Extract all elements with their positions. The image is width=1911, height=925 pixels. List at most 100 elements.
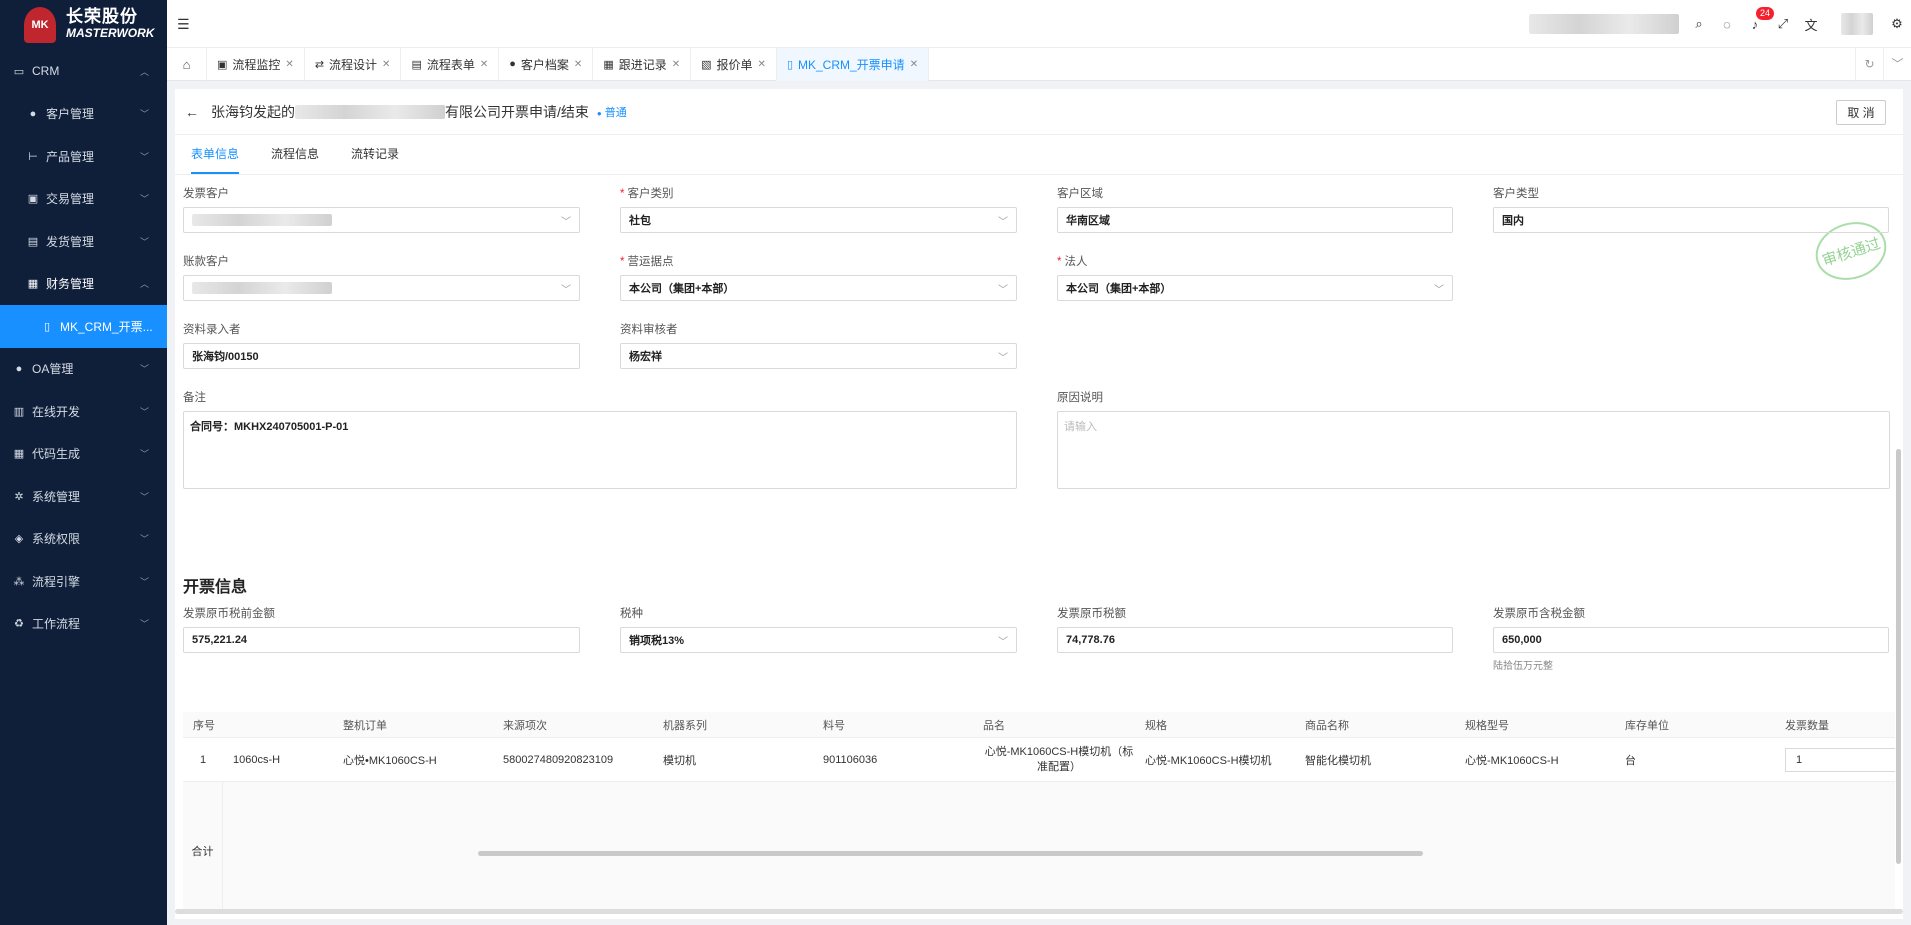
gear-icon: ✲ <box>14 490 24 503</box>
table-horizontal-scrollbar[interactable] <box>478 851 1423 856</box>
home-icon[interactable]: ⌂ <box>167 47 207 81</box>
total-amount-input[interactable]: 650,000 <box>1493 627 1889 653</box>
bell-icon[interactable]: ♪ 24 <box>1741 6 1775 32</box>
tab-flow-design[interactable]: ⇄ 流程设计 ✕ <box>305 47 402 81</box>
menu-toggle-icon[interactable]: ☰ <box>177 16 190 33</box>
sidebar: MK 长荣股份 MASTERWORK ▭ CRM ︿ ● 客户管理 ﹀ ⊢ 产品管理 ﹀ ▣… <box>0 0 167 925</box>
sidebar-item-mk-crm-invoice[interactable]: ▯ MK_CRM_开票... <box>0 305 167 348</box>
avatar[interactable] <box>1841 13 1873 35</box>
close-icon[interactable]: ✕ <box>574 59 582 70</box>
topbar: ☰ ⌕ ◌ ♪ 24 ⤢ 文 ⚙ <box>167 0 1911 48</box>
settings-icon[interactable]: ⚙ <box>1883 16 1911 32</box>
company-name-blurred <box>295 104 445 119</box>
customer-category-select[interactable]: 社包 ﹀ <box>620 207 1017 233</box>
chevron-down-icon: ﹀ <box>998 636 1008 648</box>
field-data-reviewer: 资料审核者 杨宏祥 ﹀ <box>620 321 1017 369</box>
table-header: 序号 整机订单 来源项次 机器系列 料号 品名 规格 商品名称 规格型号 库存单… <box>183 712 1895 738</box>
account-customer-select[interactable]: ﹀ <box>183 275 580 301</box>
search-icon[interactable]: ⌕ <box>1685 16 1713 32</box>
field-remark: 备注 合同号：MKHX240705001-P-01 <box>183 389 1017 489</box>
chevron-up-icon: ︿ <box>139 66 149 77</box>
tab-flow-monitor[interactable]: ▣ 流程监控 ✕ <box>207 47 305 81</box>
close-icon[interactable]: ✕ <box>758 59 766 70</box>
tab-bar: ⌂ ▣ 流程监控 ✕ ⇄ 流程设计 ✕ ▤ 流程表单 ✕ ● 客户档案 ✕ ▦ 跟进记录 ✕ ▧ 报价… <box>167 47 1911 81</box>
chevron-down-icon: ﹀ <box>139 449 149 460</box>
product-icon: ⊢ <box>28 150 38 163</box>
data-entry-input[interactable]: 张海钧/00150 <box>183 343 580 369</box>
total-amount-in-words: 陆拾伍万元整 <box>1493 661 1553 672</box>
chevron-down-icon[interactable]: ﹀ <box>1883 48 1911 81</box>
fullscreen-icon[interactable]: ⤢ <box>1769 16 1797 32</box>
subtab-form-info[interactable]: 表单信息 <box>191 135 240 174</box>
chevron-down-icon: ﹀ <box>139 619 149 630</box>
sidebar-item-system[interactable]: ✲ 系统管理 ﹀ <box>0 475 167 518</box>
business-point-select[interactable]: 本公司（集团+本部） ﹀ <box>620 275 1017 301</box>
invoice-customer-select[interactable]: ﹀ <box>183 207 580 233</box>
tab-follow-record[interactable]: ▦ 跟进记录 ✕ <box>593 47 692 81</box>
chevron-down-icon: ﹀ <box>1434 284 1444 296</box>
chevron-down-icon: ﹀ <box>561 216 571 228</box>
sidebar-item-online-dev[interactable]: ▥ 在线开发 ﹀ <box>0 390 167 433</box>
close-icon[interactable]: ✕ <box>672 59 680 70</box>
workflow-icon: ♻ <box>14 618 24 631</box>
doc-icon: ▯ <box>43 320 51 333</box>
close-icon[interactable]: ✕ <box>382 59 390 70</box>
sidebar-item-flow-engine[interactable]: ⁂ 流程引擎 ﹀ <box>0 560 167 603</box>
table-row: 1 1060cs-H 心悦•MK1060CS-H 580027480920823… <box>183 738 1895 782</box>
sidebar-item-workflow[interactable]: ♻ 工作流程 ﹀ <box>0 603 167 646</box>
message-icon[interactable]: ◌ <box>1713 17 1741 32</box>
sidebar-item-crm[interactable]: ▭ CRM ︿ <box>0 50 167 93</box>
close-icon[interactable]: ✕ <box>910 59 918 70</box>
remark-textarea[interactable]: 合同号：MKHX240705001-P-01 <box>183 411 1017 489</box>
legal-person-select[interactable]: 本公司（集团+本部） ﹀ <box>1057 275 1453 301</box>
sidebar-item-shipping[interactable]: ▤ 发货管理 ﹀ <box>0 220 167 263</box>
cancel-button[interactable]: 取 消 <box>1836 100 1886 125</box>
sidebar-item-product[interactable]: ⊢ 产品管理 ﹀ <box>0 135 167 178</box>
pre-tax-amount-input[interactable]: 575,221.24 <box>183 627 580 653</box>
field-tax-type: 税种 销项税13% ﹀ <box>620 605 1017 653</box>
refresh-icon[interactable]: ↻ <box>1855 48 1883 81</box>
reason-textarea[interactable]: 请输入 <box>1057 411 1890 489</box>
doc-icon: ▯ <box>786 58 793 71</box>
tax-amount-input[interactable]: 74,778.76 <box>1057 627 1453 653</box>
chevron-up-icon: ︿ <box>139 279 149 290</box>
customer-type-input[interactable]: 国内 <box>1493 207 1889 233</box>
brand-name-cn: 长荣股份 <box>66 7 138 26</box>
invoice-quantity-input[interactable]: 1 <box>1785 747 1895 772</box>
tax-type-select[interactable]: 销项税13% ﹀ <box>620 627 1017 653</box>
chevron-down-icon: ﹀ <box>139 406 149 417</box>
field-business-point: 营运据点 本公司（集团+本部）﹀ <box>620 253 1017 301</box>
laptop-icon: ▭ <box>13 65 25 78</box>
monitor-icon: ▣ <box>217 58 228 71</box>
close-icon[interactable]: ✕ <box>285 59 293 70</box>
sidebar-item-trade[interactable]: ▣ 交易管理 ﹀ <box>0 178 167 221</box>
field-customer-type: 客户类型 国内 <box>1493 185 1889 233</box>
table-footer: 合计 <box>183 782 1895 912</box>
field-legal-person: 法人 本公司（集团+本部）﹀ <box>1057 253 1453 301</box>
brand-name-en: MASTERWORK <box>66 26 155 40</box>
vertical-scrollbar[interactable] <box>1896 449 1901 864</box>
subtab-transfer-record[interactable]: 流转记录 <box>351 135 399 174</box>
sidebar-item-oa[interactable]: ● OA管理 ﹀ <box>0 348 167 391</box>
tab-flow-form[interactable]: ▤ 流程表单 ✕ <box>401 47 500 81</box>
sidebar-item-permission[interactable]: ◈ 系统权限 ﹀ <box>0 518 167 561</box>
tab-mk-crm-invoice[interactable]: ▯ MK_CRM_开票申请 ✕ <box>776 47 930 81</box>
main-content: ← 张海钧发起的 有限公司开票申请/结束 普通 取 消 表单信息 流程信息 流转… <box>175 89 1903 919</box>
tab-customer-archive[interactable]: ● 客户档案 ✕ <box>499 47 594 81</box>
page-horizontal-scrollbar[interactable] <box>175 909 1903 914</box>
invoice-detail-table: 序号 整机订单 来源项次 机器系列 料号 品名 规格 商品名称 规格型号 库存单… <box>183 712 1895 912</box>
sidebar-item-finance[interactable]: ▦ 财务管理 ︿ <box>0 263 167 306</box>
sidebar-item-customer[interactable]: ● 客户管理 ﹀ <box>0 93 167 136</box>
design-icon: ⇄ <box>314 58 325 71</box>
subtab-flow-info[interactable]: 流程信息 <box>271 135 319 174</box>
chevron-down-icon: ﹀ <box>998 352 1008 364</box>
translate-icon[interactable]: 文 <box>1797 15 1825 34</box>
back-arrow-icon[interactable]: ← <box>185 104 199 120</box>
tab-quotation[interactable]: ▧ 报价单 ✕ <box>691 47 777 81</box>
close-icon[interactable]: ✕ <box>480 59 488 70</box>
customer-region-input[interactable]: 华南区域 <box>1057 207 1453 233</box>
quote-icon: ▧ <box>701 58 712 71</box>
data-reviewer-select[interactable]: 杨宏祥 ﹀ <box>620 343 1017 369</box>
sidebar-item-codegen[interactable]: ▦ 代码生成 ﹀ <box>0 433 167 476</box>
finance-icon: ▦ <box>27 278 39 291</box>
